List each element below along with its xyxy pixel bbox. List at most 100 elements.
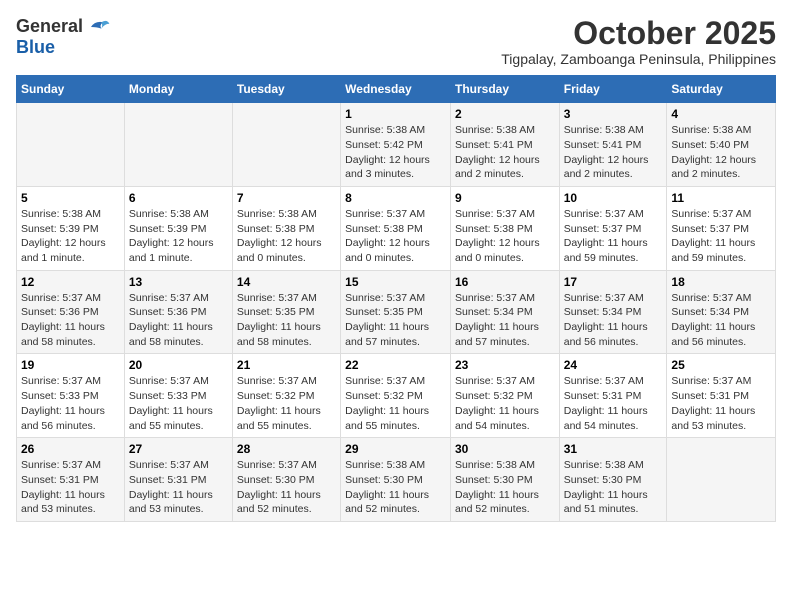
calendar-week-4: 19 Sunrise: 5:37 AM Sunset: 5:33 PM Dayli… (17, 354, 776, 438)
calendar-cell: 30 Sunrise: 5:38 AM Sunset: 5:30 PM Dayli… (450, 438, 559, 522)
day-number: 8 (345, 191, 446, 205)
day-info: Sunrise: 5:37 AM Sunset: 5:31 PM Dayligh… (564, 374, 663, 433)
day-number: 27 (129, 442, 228, 456)
calendar-cell: 1Sunrise: 5:38 AM Sunset: 5:42 PM Daylig… (341, 103, 451, 187)
day-info: Sunrise: 5:37 AM Sunset: 5:35 PM Dayligh… (345, 291, 446, 350)
day-info: Sunrise: 5:37 AM Sunset: 5:31 PM Dayligh… (671, 374, 771, 433)
calendar-cell: 10 Sunrise: 5:37 AM Sunset: 5:37 PM Dayli… (559, 186, 667, 270)
calendar-cell: 29 Sunrise: 5:38 AM Sunset: 5:30 PM Dayli… (341, 438, 451, 522)
day-number: 24 (564, 358, 663, 372)
day-number: 4 (671, 107, 771, 121)
calendar-cell: 8 Sunrise: 5:37 AM Sunset: 5:38 PM Daylig… (341, 186, 451, 270)
calendar-cell (667, 438, 776, 522)
day-info: Sunrise: 5:37 AM Sunset: 5:38 PM Dayligh… (455, 207, 555, 266)
header-monday: Monday (124, 76, 232, 103)
day-number: 15 (345, 275, 446, 289)
calendar-cell: 28Sunrise: 5:37 AM Sunset: 5:30 PM Dayli… (232, 438, 340, 522)
header-saturday: Saturday (667, 76, 776, 103)
page-header: General Blue October 2025 Tigpalay, Zamb… (16, 16, 776, 67)
day-number: 30 (455, 442, 555, 456)
day-number: 7 (237, 191, 336, 205)
day-number: 23 (455, 358, 555, 372)
day-number: 17 (564, 275, 663, 289)
calendar-cell: 17 Sunrise: 5:37 AM Sunset: 5:34 PM Dayli… (559, 270, 667, 354)
calendar-cell: 14 Sunrise: 5:37 AM Sunset: 5:35 PM Dayli… (232, 270, 340, 354)
day-info: Sunrise: 5:37 AM Sunset: 5:34 PM Dayligh… (564, 291, 663, 350)
header-sunday: Sunday (17, 76, 125, 103)
day-info: Sunrise: 5:37 AM Sunset: 5:32 PM Dayligh… (455, 374, 555, 433)
day-info: Sunrise: 5:37 AM Sunset: 5:33 PM Dayligh… (129, 374, 228, 433)
day-number: 16 (455, 275, 555, 289)
calendar-week-1: 1Sunrise: 5:38 AM Sunset: 5:42 PM Daylig… (17, 103, 776, 187)
day-number: 2 (455, 107, 555, 121)
header-friday: Friday (559, 76, 667, 103)
logo: General Blue (16, 16, 111, 58)
calendar-week-5: 26 Sunrise: 5:37 AM Sunset: 5:31 PM Dayli… (17, 438, 776, 522)
logo-bird-icon (87, 17, 111, 37)
day-number: 11 (671, 191, 771, 205)
day-number: 18 (671, 275, 771, 289)
day-info: Sunrise: 5:38 AM Sunset: 5:38 PM Dayligh… (237, 207, 336, 266)
calendar-week-3: 12Sunrise: 5:37 AM Sunset: 5:36 PM Dayli… (17, 270, 776, 354)
day-info: Sunrise: 5:38 AM Sunset: 5:30 PM Dayligh… (455, 458, 555, 517)
calendar-cell: 18 Sunrise: 5:37 AM Sunset: 5:34 PM Dayli… (667, 270, 776, 354)
calendar-cell: 21Sunrise: 5:37 AM Sunset: 5:32 PM Dayli… (232, 354, 340, 438)
day-number: 31 (564, 442, 663, 456)
day-info: Sunrise: 5:37 AM Sunset: 5:30 PM Dayligh… (237, 458, 336, 517)
calendar-cell: 22Sunrise: 5:37 AM Sunset: 5:32 PM Dayli… (341, 354, 451, 438)
day-info: Sunrise: 5:38 AM Sunset: 5:41 PM Dayligh… (455, 123, 555, 182)
calendar-cell: 11 Sunrise: 5:37 AM Sunset: 5:37 PM Dayli… (667, 186, 776, 270)
day-number: 26 (21, 442, 120, 456)
day-info: Sunrise: 5:37 AM Sunset: 5:35 PM Dayligh… (237, 291, 336, 350)
calendar-cell: 2 Sunrise: 5:38 AM Sunset: 5:41 PM Daylig… (450, 103, 559, 187)
day-number: 21 (237, 358, 336, 372)
day-info: Sunrise: 5:38 AM Sunset: 5:30 PM Dayligh… (564, 458, 663, 517)
calendar-cell: 24 Sunrise: 5:37 AM Sunset: 5:31 PM Dayli… (559, 354, 667, 438)
day-number: 29 (345, 442, 446, 456)
calendar-cell: 27 Sunrise: 5:37 AM Sunset: 5:31 PM Dayli… (124, 438, 232, 522)
day-info: Sunrise: 5:37 AM Sunset: 5:33 PM Dayligh… (21, 374, 120, 433)
calendar-table: SundayMondayTuesdayWednesdayThursdayFrid… (16, 75, 776, 522)
calendar-cell (17, 103, 125, 187)
day-info: Sunrise: 5:37 AM Sunset: 5:31 PM Dayligh… (129, 458, 228, 517)
page-title: October 2025 (501, 16, 776, 51)
header-thursday: Thursday (450, 76, 559, 103)
page-subtitle: Tigpalay, Zamboanga Peninsula, Philippin… (501, 51, 776, 67)
calendar-cell: 4Sunrise: 5:38 AM Sunset: 5:40 PM Daylig… (667, 103, 776, 187)
day-info: Sunrise: 5:38 AM Sunset: 5:30 PM Dayligh… (345, 458, 446, 517)
calendar-cell: 26Sunrise: 5:37 AM Sunset: 5:31 PM Dayli… (17, 438, 125, 522)
calendar-cell: 16Sunrise: 5:37 AM Sunset: 5:34 PM Dayli… (450, 270, 559, 354)
day-info: Sunrise: 5:37 AM Sunset: 5:37 PM Dayligh… (564, 207, 663, 266)
day-number: 20 (129, 358, 228, 372)
day-number: 3 (564, 107, 663, 121)
calendar-cell: 13Sunrise: 5:37 AM Sunset: 5:36 PM Dayli… (124, 270, 232, 354)
calendar-cell (232, 103, 340, 187)
calendar-cell: 23 Sunrise: 5:37 AM Sunset: 5:32 PM Dayli… (450, 354, 559, 438)
calendar-cell: 12Sunrise: 5:37 AM Sunset: 5:36 PM Dayli… (17, 270, 125, 354)
day-info: Sunrise: 5:37 AM Sunset: 5:37 PM Dayligh… (671, 207, 771, 266)
day-number: 10 (564, 191, 663, 205)
calendar-cell: 9 Sunrise: 5:37 AM Sunset: 5:38 PM Daylig… (450, 186, 559, 270)
calendar-cell: 31 Sunrise: 5:38 AM Sunset: 5:30 PM Dayli… (559, 438, 667, 522)
calendar-cell: 19 Sunrise: 5:37 AM Sunset: 5:33 PM Dayli… (17, 354, 125, 438)
calendar-cell: 3Sunrise: 5:38 AM Sunset: 5:41 PM Daylig… (559, 103, 667, 187)
calendar-cell: 20 Sunrise: 5:37 AM Sunset: 5:33 PM Dayli… (124, 354, 232, 438)
logo-general-text: General (16, 16, 83, 37)
day-info: Sunrise: 5:37 AM Sunset: 5:34 PM Dayligh… (671, 291, 771, 350)
calendar-cell: 5Sunrise: 5:38 AM Sunset: 5:39 PM Daylig… (17, 186, 125, 270)
calendar-cell: 25Sunrise: 5:37 AM Sunset: 5:31 PM Dayli… (667, 354, 776, 438)
day-number: 5 (21, 191, 120, 205)
day-number: 22 (345, 358, 446, 372)
title-block: October 2025 Tigpalay, Zamboanga Peninsu… (501, 16, 776, 67)
day-info: Sunrise: 5:38 AM Sunset: 5:39 PM Dayligh… (129, 207, 228, 266)
day-info: Sunrise: 5:37 AM Sunset: 5:38 PM Dayligh… (345, 207, 446, 266)
day-number: 12 (21, 275, 120, 289)
day-number: 14 (237, 275, 336, 289)
day-number: 19 (21, 358, 120, 372)
day-number: 9 (455, 191, 555, 205)
day-info: Sunrise: 5:38 AM Sunset: 5:42 PM Dayligh… (345, 123, 446, 182)
calendar-cell: 7 Sunrise: 5:38 AM Sunset: 5:38 PM Daylig… (232, 186, 340, 270)
header-tuesday: Tuesday (232, 76, 340, 103)
calendar-cell: 15 Sunrise: 5:37 AM Sunset: 5:35 PM Dayli… (341, 270, 451, 354)
calendar-cell (124, 103, 232, 187)
